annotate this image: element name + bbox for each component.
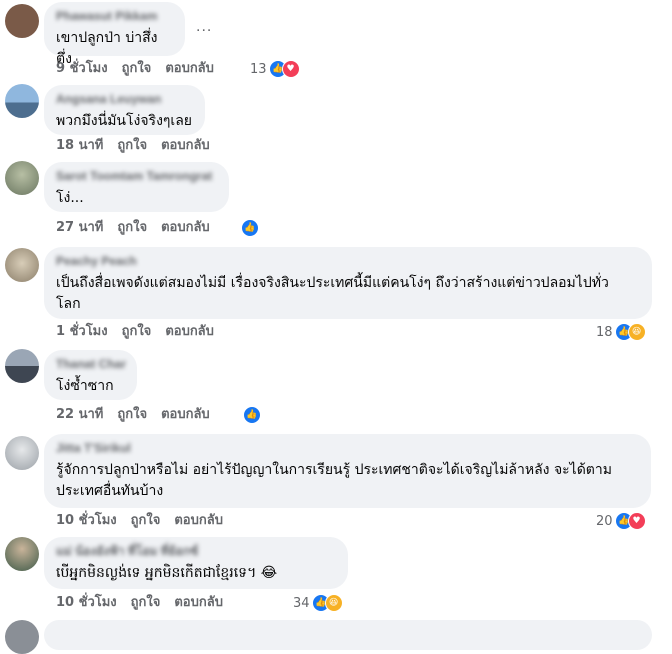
- thumbs-up-icon: 👍: [243, 406, 261, 424]
- comment-text-line: รู้จักการปลูกป่าหรือไม่ อย่าไร้ปัญญาในกา…: [56, 462, 612, 478]
- comment-actions: 9 ชั่วโมง ถูกใจ ตอบกลับ: [56, 60, 228, 78]
- like-button[interactable]: ถูกใจ: [131, 512, 161, 530]
- comment-bubble: [44, 620, 652, 650]
- reply-button[interactable]: ตอบกลับ: [174, 512, 223, 530]
- comment-time[interactable]: 22 นาที: [56, 406, 103, 424]
- reply-button[interactable]: ตอบกลับ: [161, 137, 210, 155]
- reply-button[interactable]: ตอบกลับ: [174, 594, 223, 612]
- comment-bubble: Angsana Leuywan พวกมึงนี่มันโง่จริงๆเลย: [44, 85, 205, 135]
- reply-button[interactable]: ตอบกลับ: [165, 323, 214, 341]
- avatar[interactable]: [5, 436, 39, 470]
- reply-button[interactable]: ตอบกลับ: [161, 219, 210, 237]
- comment-author[interactable]: Sarot Toomtam Tamrongrat: [56, 169, 217, 183]
- reply-button[interactable]: ตอบกลับ: [165, 60, 214, 78]
- laughing-face-icon: 😆: [324, 594, 343, 612]
- reaction-count: 18: [596, 324, 613, 340]
- comment-text-line: เป็นถึงสื่อเพจดังแต่สมองไม่มี เรื่องจริง…: [56, 275, 609, 291]
- reaction-count: 20: [596, 513, 613, 529]
- comment-bubble: Phawasut Pikkam เขาปลูกป่า บ่าสึ่งตึ่ง: [44, 2, 185, 67]
- avatar[interactable]: [5, 84, 39, 118]
- comment-time[interactable]: 18 นาที: [56, 137, 103, 155]
- comment-time[interactable]: 10 ชั่วโมง: [56, 594, 117, 612]
- comment-text: พวกมึงนี่มันโง่จริงๆเลย: [56, 113, 193, 129]
- comment-time[interactable]: 1 ชั่วโมง: [56, 323, 108, 341]
- thumbs-up-icon: 👍: [241, 219, 259, 237]
- comment-bubble: แม่ น้องอังฟ้า ที่โอม ที่ย้อกซ์ បើអ្នកមិ…: [44, 537, 348, 589]
- avatar[interactable]: [5, 620, 39, 654]
- comment-actions: 10 ชั่วโมง ถูกใจ ตอบกลับ: [56, 594, 237, 612]
- comment-author[interactable]: Jitta T'Sirikul: [56, 441, 639, 455]
- heart-icon: ♥: [627, 512, 646, 530]
- comment-text: โง่...: [56, 190, 84, 206]
- heart-icon: ♥: [281, 60, 300, 78]
- laughing-face-icon: 😆: [627, 323, 646, 341]
- avatar[interactable]: [5, 248, 39, 282]
- comment-text: รู้จักการปลูกป่าหรือไม่ อย่าไร้ปัญญาในกา…: [56, 460, 639, 502]
- comment-text-line: ประเทศอื่นทันบ้าง: [56, 483, 164, 499]
- avatar[interactable]: [5, 537, 39, 571]
- comment-author[interactable]: Thanat Char: [56, 357, 126, 371]
- avatar[interactable]: [5, 4, 39, 38]
- reaction-summary[interactable]: 13 👍 ♥: [250, 60, 300, 78]
- comment-actions: 18 นาที ถูกใจ ตอบกลับ: [56, 137, 224, 155]
- like-button[interactable]: ถูกใจ: [122, 60, 152, 78]
- comment-text-line: โลก: [56, 296, 81, 312]
- comment-bubble: Sarot Toomtam Tamrongrat โง่...: [44, 162, 229, 212]
- like-button[interactable]: ถูกใจ: [122, 323, 152, 341]
- reaction-summary[interactable]: 34 👍 😆: [293, 594, 343, 612]
- reaction-summary[interactable]: 20 👍 ♥: [596, 512, 646, 530]
- comment-author[interactable]: Phawasut Pikkam: [56, 9, 173, 23]
- comment-time[interactable]: 9 ชั่วโมง: [56, 60, 108, 78]
- comment-bubble: Jitta T'Sirikul รู้จักการปลูกป่าหรือไม่ …: [44, 434, 651, 508]
- comment-bubble: Thanat Char โง่ซ้ำซาก: [44, 350, 137, 400]
- comment-bubble: Peachy Peach เป็นถึงสื่อเพจดังแต่สมองไม่…: [44, 247, 652, 319]
- laughing-face-icon: 😂: [260, 565, 278, 581]
- like-button[interactable]: ถูกใจ: [117, 406, 147, 424]
- like-button[interactable]: ถูกใจ: [117, 219, 147, 237]
- avatar[interactable]: [5, 349, 39, 383]
- comment-time[interactable]: 10 ชั่วโมง: [56, 512, 117, 530]
- comment-author[interactable]: แม่ น้องอังฟ้า ที่โอม ที่ย้อกซ์: [56, 544, 336, 558]
- comment-author[interactable]: Angsana Leuywan: [56, 92, 193, 106]
- reply-button[interactable]: ตอบกลับ: [161, 406, 210, 424]
- comment-actions: 10 ชั่วโมง ถูกใจ ตอบกลับ: [56, 512, 237, 530]
- reaction-count: 34: [293, 595, 310, 611]
- like-button[interactable]: ถูกใจ: [131, 594, 161, 612]
- reaction-count: 13: [250, 61, 267, 77]
- comment-text: โง่ซ้ำซาก: [56, 378, 114, 394]
- reaction-summary[interactable]: 👍: [243, 406, 261, 424]
- comment-text-body: បើអ្នកមិនល្ងង់ទេ អ្នកមិនកើតជាខ្មែរទេ។: [56, 565, 257, 581]
- comment-time[interactable]: 27 นาที: [56, 219, 103, 237]
- like-button[interactable]: ถูกใจ: [117, 137, 147, 155]
- avatar[interactable]: [5, 161, 39, 195]
- comment-actions: 1 ชั่วโมง ถูกใจ ตอบกลับ: [56, 323, 228, 341]
- comment-text: បើអ្នកមិនល្ងង់ទេ អ្នកមិនកើតជាខ្មែរទេ។ 😂: [56, 563, 336, 584]
- comment-author[interactable]: Peachy Peach: [56, 254, 640, 268]
- reaction-summary[interactable]: 18 👍 😆: [596, 323, 646, 341]
- reaction-summary[interactable]: 👍: [241, 219, 259, 237]
- comment-actions: 27 นาที ถูกใจ ตอบกลับ: [56, 219, 224, 237]
- more-options-icon[interactable]: ...: [196, 18, 212, 36]
- comment-text: เป็นถึงสื่อเพจดังแต่สมองไม่มี เรื่องจริง…: [56, 273, 640, 315]
- comment-actions: 22 นาที ถูกใจ ตอบกลับ: [56, 406, 224, 424]
